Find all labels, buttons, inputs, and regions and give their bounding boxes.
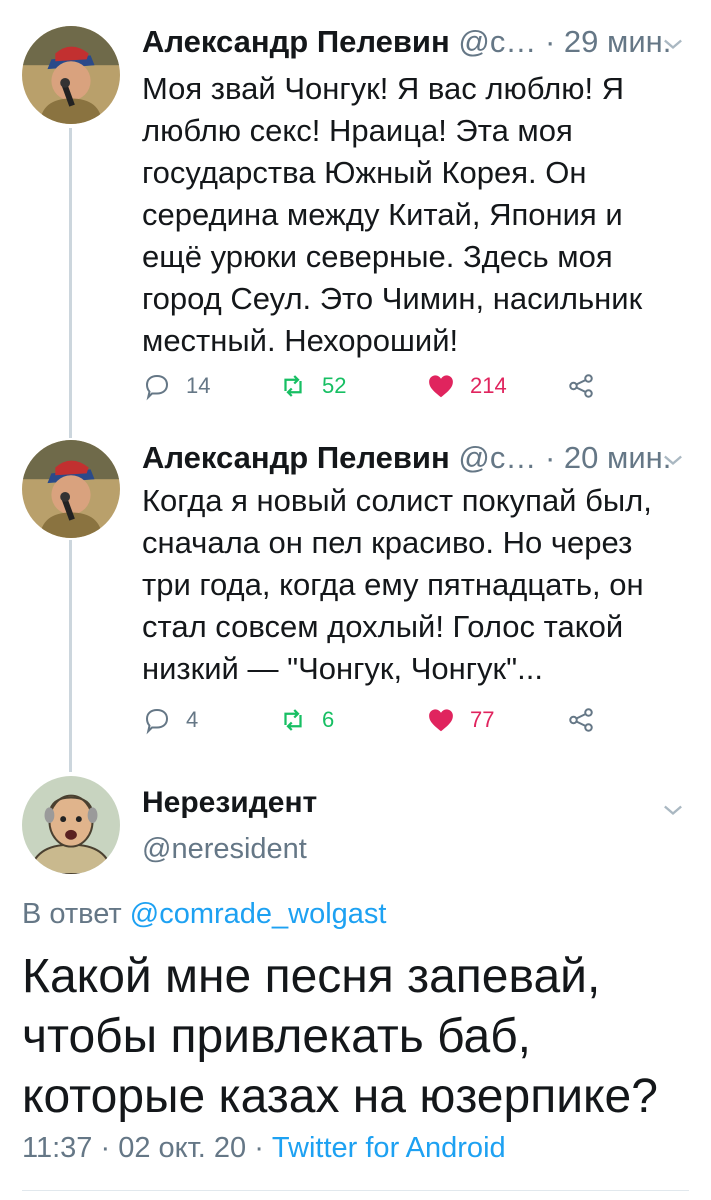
like-button[interactable]: 77 [426, 700, 494, 740]
retweet-icon [278, 371, 322, 401]
share-icon [566, 705, 610, 735]
text-line: город Сеул. Это Чимин, насильник [142, 281, 643, 316]
avatar[interactable] [22, 440, 120, 538]
text-line: стал совсем дохлый! Голос такой [142, 609, 624, 644]
separator: · [100, 1132, 111, 1164]
reply-icon [142, 371, 186, 401]
tweet-header: Александр Пелевин @с… · 20 мин. [142, 440, 671, 476]
text-line: середина между Китай, Япония и [142, 197, 623, 232]
tweet-header: Александр Пелевин @с… · 29 мин. [142, 24, 671, 60]
text-line: три года, когда ему пятнадцать, он [142, 567, 644, 602]
reply-prefix: В ответ [22, 898, 122, 930]
reply-button[interactable]: 14 [142, 366, 210, 406]
tweet-text: Моя звай Чонгук! Я вас люблю! Я люблю се… [142, 68, 672, 362]
retweet-count: 52 [322, 373, 347, 398]
retweet-button[interactable]: 52 [278, 366, 346, 406]
separator: · [544, 24, 556, 59]
text-line: сначала он пел красиво. Но через [142, 525, 633, 560]
tweet-meta: 11:37 · 02 окт. 20 · Twitter for Android [22, 1132, 506, 1165]
reply-count: 4 [186, 707, 199, 732]
chevron-down-icon[interactable] [659, 796, 687, 824]
text-line: государства Южный Корея. Он [142, 155, 587, 190]
separator: · [544, 440, 556, 475]
tweet-date: 02 окт. 20 [118, 1132, 247, 1164]
tweet-actions: 14 52 214 [142, 366, 622, 406]
retweet-icon [278, 705, 322, 735]
text-line: ещё урюки северные. Здесь моя [142, 239, 613, 274]
tweet-time: 11:37 [22, 1132, 93, 1164]
timestamp[interactable]: 20 мин. [564, 440, 671, 475]
avatar[interactable] [22, 26, 120, 124]
timestamp[interactable]: 29 мин. [564, 24, 671, 59]
reply-count: 14 [186, 373, 211, 398]
text-line: Когда я новый солист покупай был, [142, 483, 652, 518]
retweet-count: 6 [322, 707, 335, 732]
heart-icon [426, 371, 470, 401]
reply-context: В ответ @comrade_wolgast [22, 898, 387, 931]
author-name[interactable]: Александр Пелевин [142, 24, 450, 59]
tweet-text: Когда я новый солист покупай был, сначал… [142, 480, 672, 690]
text-line: Моя звай Чонгук! Я вас люблю! Я [142, 71, 625, 106]
reply-button[interactable]: 4 [142, 700, 198, 740]
author-handle[interactable]: @neresident [142, 833, 307, 866]
thread-line [69, 540, 72, 772]
retweet-button[interactable]: 6 [278, 700, 334, 740]
share-button[interactable] [566, 366, 610, 406]
share-icon [566, 371, 610, 401]
reply-to-link[interactable]: @comrade_wolgast [130, 898, 387, 930]
author-name[interactable]: Александр Пелевин [142, 440, 450, 475]
like-count: 214 [470, 373, 507, 398]
tweet-actions: 4 6 77 [142, 700, 622, 740]
text-line: местный. Нехороший! [142, 323, 459, 358]
text-line: люблю секс! Нраица! Эта моя [142, 113, 573, 148]
separator: · [254, 1132, 264, 1164]
avatar[interactable] [22, 776, 120, 874]
like-button[interactable]: 214 [426, 366, 507, 406]
thread-line [69, 128, 72, 438]
text-line: Какой мне песня запевай, [22, 950, 601, 1003]
chevron-down-icon[interactable] [659, 446, 687, 474]
author-handle[interactable]: @с… [458, 440, 536, 475]
text-line: низкий — "Чонгук, Чонгук"... [142, 651, 543, 686]
tweet-text: Какой мне песня запевай, чтобы привлекат… [22, 947, 702, 1127]
share-button[interactable] [566, 700, 610, 740]
text-line: чтобы привлекать баб, [22, 1010, 532, 1063]
heart-icon [426, 705, 470, 735]
client-link[interactable]: Twitter for Android [272, 1132, 506, 1164]
author-name[interactable]: Нерезидент [142, 786, 317, 820]
reply-icon [142, 705, 186, 735]
chevron-down-icon[interactable] [659, 30, 687, 58]
divider [22, 1190, 689, 1191]
like-count: 77 [470, 707, 495, 732]
author-handle[interactable]: @с… [458, 24, 536, 59]
text-line: которые казах на юзерпике? [22, 1070, 658, 1123]
